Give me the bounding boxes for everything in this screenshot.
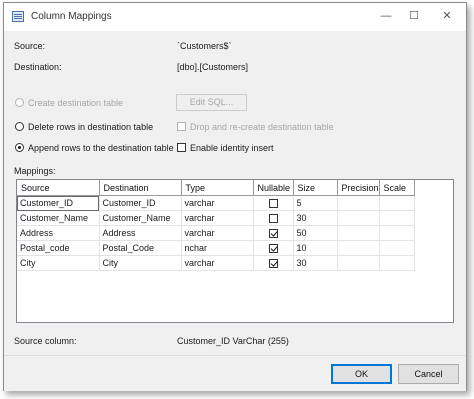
cell-nullable[interactable]: [253, 225, 294, 241]
column-header-scale[interactable]: Scale: [379, 180, 415, 196]
column-header-destination[interactable]: Destination: [99, 180, 182, 196]
cell-source[interactable]: Customer_Name: [17, 210, 100, 226]
nullable-checkbox[interactable]: [268, 199, 278, 209]
identity-insert-label: Enable identity insert: [190, 143, 274, 153]
maximize-button[interactable]: ☐: [401, 7, 427, 25]
cell-nullable[interactable]: [253, 210, 294, 226]
mapping-row[interactable]: Customer_ID Customer_ID varchar 5: [17, 195, 415, 211]
create-table-radio[interactable]: [15, 98, 24, 107]
nullable-checkbox[interactable]: [268, 244, 278, 254]
drop-recreate-checkbox[interactable]: [177, 122, 186, 131]
cell-source[interactable]: Address: [17, 225, 100, 241]
source-label: Source:: [14, 41, 46, 51]
minimize-button[interactable]: —: [373, 7, 399, 25]
source-column-value: Customer_ID VarChar (255): [177, 336, 289, 346]
source-value: `Customers$`: [177, 41, 232, 51]
column-header-type[interactable]: Type: [181, 180, 254, 196]
mappings-rows: Customer_ID Customer_ID varchar 5 Customer_N…: [17, 195, 415, 271]
append-rows-label: Append rows to the destination table: [28, 143, 174, 153]
cell-destination[interactable]: City: [99, 255, 182, 271]
cell-scale[interactable]: [379, 210, 415, 226]
window-title: Column Mappings: [31, 11, 112, 22]
cell-precision[interactable]: [337, 240, 380, 256]
mapping-row[interactable]: Postal_code Postal_Code nchar 10: [17, 240, 415, 256]
cell-destination[interactable]: Address: [99, 225, 182, 241]
cell-destination[interactable]: Customer_ID: [99, 195, 182, 211]
column-header-source[interactable]: Source: [17, 180, 100, 196]
mapping-row[interactable]: Address Address varchar 50: [17, 225, 415, 241]
cell-type[interactable]: varchar: [181, 225, 254, 241]
cell-size[interactable]: 10: [293, 240, 338, 256]
destination-value: [dbo].[Customers]: [177, 62, 249, 72]
append-rows-radio[interactable]: [15, 143, 24, 152]
cell-scale[interactable]: [379, 240, 415, 256]
cell-precision[interactable]: [337, 225, 380, 241]
mappings-grid[interactable]: Source Destination Type Nullable Size Pr…: [16, 179, 454, 323]
edit-sql-button[interactable]: Edit SQL...: [176, 94, 247, 111]
mappings-label: Mappings:: [14, 166, 56, 176]
cell-type[interactable]: varchar: [181, 255, 254, 271]
cell-precision[interactable]: [337, 255, 380, 271]
cell-destination[interactable]: Postal_Code: [99, 240, 182, 256]
mapping-row[interactable]: Customer_Name Customer_Name varchar 30: [17, 210, 415, 226]
delete-rows-label: Delete rows in destination table: [28, 122, 154, 132]
dialog-footer: OK Cancel: [4, 355, 466, 391]
cell-nullable[interactable]: [253, 195, 294, 211]
cell-type[interactable]: varchar: [181, 210, 254, 226]
cell-source[interactable]: City: [17, 255, 100, 271]
column-header-precision[interactable]: Precision: [337, 180, 380, 196]
column-mappings-icon: [12, 11, 24, 22]
column-mappings-dialog: Column Mappings — ☐ ✕ Source: `Customers…: [3, 2, 467, 391]
cell-nullable[interactable]: [253, 255, 294, 271]
cell-source[interactable]: Customer_ID: [17, 195, 100, 211]
ok-button[interactable]: OK: [331, 364, 392, 384]
cell-type[interactable]: varchar: [181, 195, 254, 211]
cell-source[interactable]: Postal_code: [17, 240, 100, 256]
nullable-checkbox[interactable]: [268, 259, 278, 269]
cell-size[interactable]: 30: [293, 210, 338, 226]
nullable-checkbox[interactable]: [268, 214, 278, 224]
cell-precision[interactable]: [337, 195, 380, 211]
cell-scale[interactable]: [379, 225, 415, 241]
mappings-header-row: Source Destination Type Nullable Size Pr…: [17, 180, 415, 196]
cell-size[interactable]: 50: [293, 225, 338, 241]
title-bar: Column Mappings — ☐ ✕: [4, 3, 466, 31]
destination-label: Destination:: [14, 62, 62, 72]
column-header-nullable[interactable]: Nullable: [253, 180, 294, 196]
identity-insert-checkbox[interactable]: [177, 143, 186, 152]
mappings-table: Source Destination Type Nullable Size Pr…: [17, 180, 415, 271]
mapping-row[interactable]: City City varchar 30: [17, 255, 415, 271]
cell-type[interactable]: nchar: [181, 240, 254, 256]
column-header-size[interactable]: Size: [293, 180, 338, 196]
cell-scale[interactable]: [379, 255, 415, 271]
cell-nullable[interactable]: [253, 240, 294, 256]
cell-precision[interactable]: [337, 210, 380, 226]
create-table-label: Create destination table: [28, 98, 124, 108]
cell-size[interactable]: 30: [293, 255, 338, 271]
delete-rows-radio[interactable]: [15, 122, 24, 131]
nullable-checkbox[interactable]: [268, 229, 278, 239]
cell-size[interactable]: 5: [293, 195, 338, 211]
source-column-label: Source column:: [14, 336, 77, 346]
cancel-button[interactable]: Cancel: [398, 364, 459, 384]
cell-destination[interactable]: Customer_Name: [99, 210, 182, 226]
cell-scale[interactable]: [379, 195, 415, 211]
close-button[interactable]: ✕: [434, 7, 460, 25]
drop-recreate-label: Drop and re-create destination table: [190, 122, 334, 132]
